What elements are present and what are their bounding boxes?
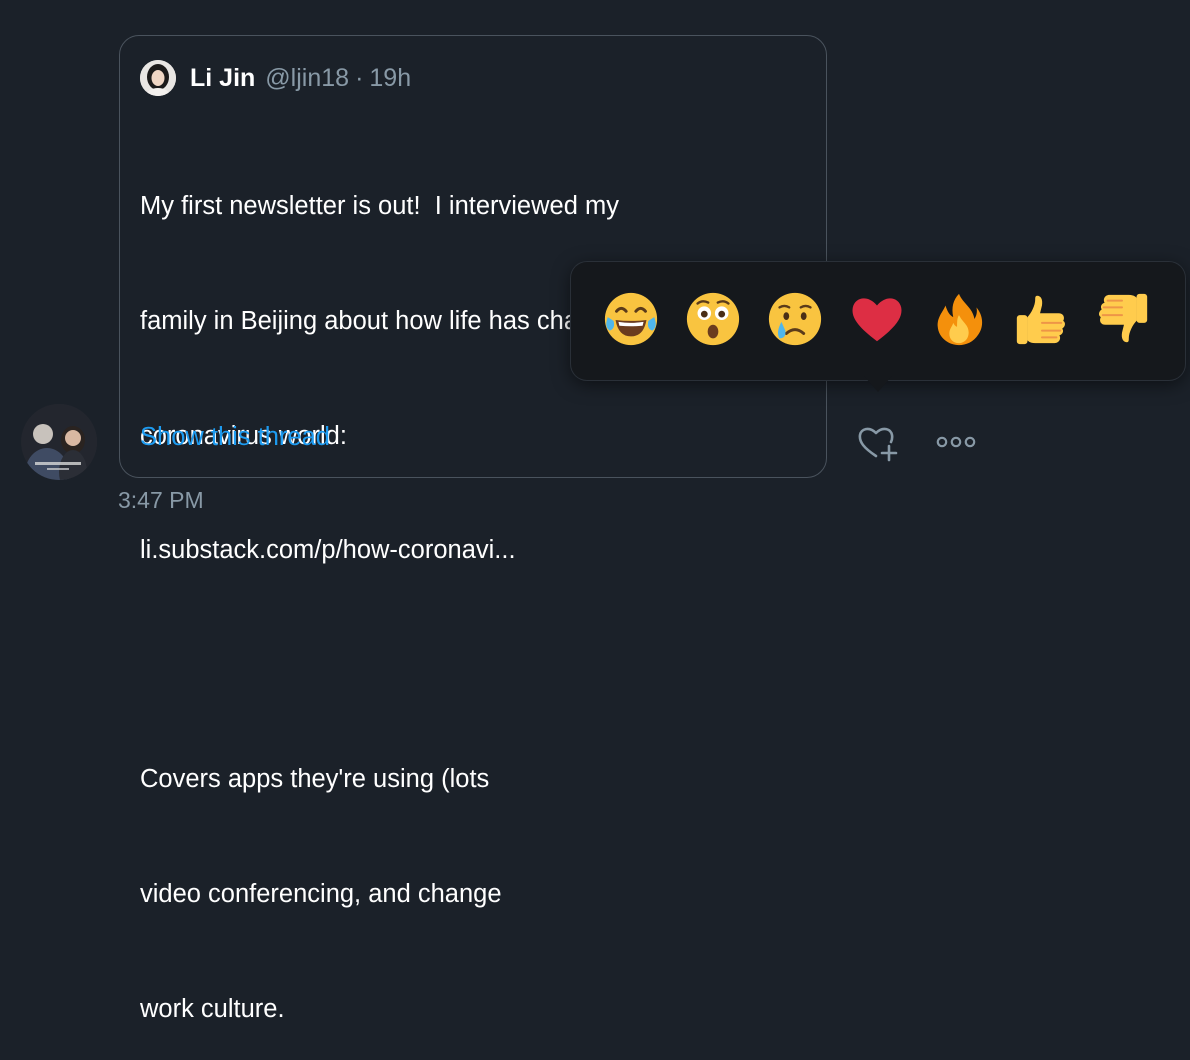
reaction-heart[interactable] <box>847 288 907 350</box>
reaction-surprised[interactable] <box>683 288 743 350</box>
laughing-crying-emoji-icon <box>604 292 658 346</box>
reaction-picker-arrow <box>864 376 892 392</box>
tweet-body: My first newsletter is out! I interviewe… <box>140 111 810 1060</box>
reaction-crying[interactable] <box>765 288 825 350</box>
tweet-text-line: Covers apps they're using (lots <box>140 765 490 794</box>
crying-emoji-icon <box>768 292 822 346</box>
author-name[interactable]: Li Jin <box>190 64 255 93</box>
surprised-emoji-icon <box>686 292 740 346</box>
heart-plus-icon <box>858 427 898 462</box>
more-dots-icon <box>936 436 976 448</box>
reply-author-avatar[interactable] <box>21 404 97 480</box>
thumbs-up-emoji-icon <box>1016 295 1065 345</box>
tweet-text-line: video conferencing, and change <box>140 880 502 909</box>
author-avatar-photo <box>140 60 176 96</box>
tweet-age[interactable]: 19h <box>369 64 411 93</box>
add-reaction-button[interactable] <box>856 424 902 467</box>
reaction-fire[interactable] <box>929 288 989 350</box>
tweet-blank-line <box>140 646 810 684</box>
tweet-text-line: work culture. <box>140 994 285 1023</box>
thumbs-down-emoji-icon <box>1099 293 1148 343</box>
author-avatar[interactable] <box>140 60 176 96</box>
more-options-button[interactable] <box>934 432 978 457</box>
message-timestamp: 3:47 PM <box>118 487 204 513</box>
tweet-text-line: My first newsletter is out! I interviewe… <box>140 192 619 221</box>
reaction-thumbs-up[interactable] <box>1011 288 1071 350</box>
show-thread-link[interactable]: Show this thread <box>140 423 330 452</box>
reaction-picker <box>571 262 1185 380</box>
red-heart-emoji-icon <box>852 298 902 342</box>
reaction-thumbs-down[interactable] <box>1093 288 1153 350</box>
tweet-author-row: Li Jin @ljin18 · 19h <box>140 58 411 98</box>
meta-separator: · <box>355 63 364 92</box>
reaction-laughing-crying[interactable] <box>601 288 661 350</box>
reply-avatar-photo <box>21 404 97 480</box>
tweet-link[interactable]: li.substack.com/p/how-coronavi... <box>140 531 810 569</box>
author-handle[interactable]: @ljin18 <box>265 64 349 93</box>
quoted-tweet-card[interactable]: Li Jin @ljin18 · 19h My first newsletter… <box>119 35 827 1023</box>
fire-emoji-icon <box>937 293 983 346</box>
